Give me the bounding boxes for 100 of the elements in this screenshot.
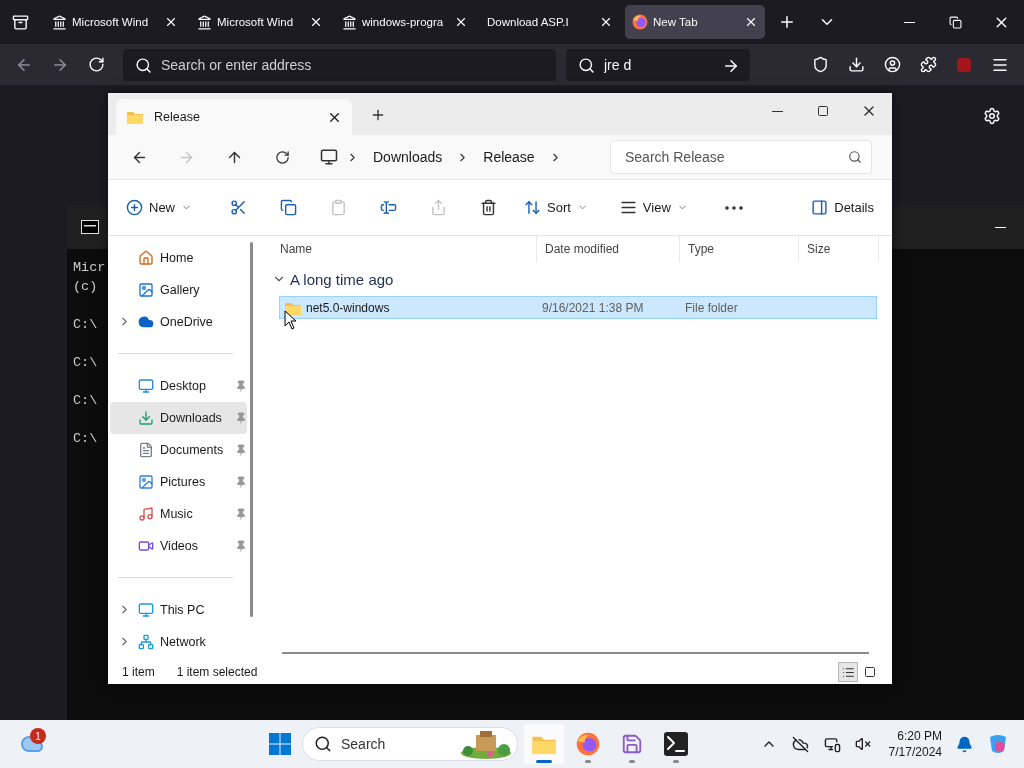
music-icon [138,506,154,522]
sidebar-item[interactable]: Documents [110,434,247,466]
pin-icon [235,412,247,424]
download-icon [847,56,865,73]
sidebar-item[interactable]: Gallery [110,274,247,306]
view-button[interactable]: View [611,190,696,225]
panel-icon [811,199,829,216]
close-icon[interactable] [164,15,178,29]
address-field[interactable]: Search or enter address [123,48,556,81]
console-line: C:\ [73,316,98,334]
explorer-tab[interactable]: Release [116,99,352,135]
minimize-icon [771,110,783,112]
restore-icon [948,15,962,29]
sidebar-item[interactable]: Pictures [110,466,247,498]
date-text[interactable]: 7/17/2024 [888,744,942,760]
computer-icon [138,602,154,618]
folder-icon [126,109,144,125]
list-icon [841,665,855,679]
file-name: net5.0-windows [306,300,390,315]
column-header[interactable]: Date modified [537,236,680,262]
console-line: Micr [73,259,106,277]
time-text[interactable]: 6:20 PM [897,728,942,744]
tray-icon [11,13,29,31]
console-line: (c) [73,278,98,296]
scrollbar[interactable] [282,652,869,654]
console-line: C:\ [73,354,98,372]
column-header[interactable]: Type [680,236,799,262]
scrollbar[interactable] [250,242,253,617]
sidebar-item[interactable]: This PC [110,594,247,626]
download-icon [138,410,154,426]
computer-icon [320,148,338,166]
table-cell-text: 9/16/2021 1:38 PM [541,300,645,315]
search-icon [135,56,152,74]
minimize-icon [903,21,915,23]
picture-icon [138,474,154,490]
app-icon [621,733,643,755]
sidebar-item[interactable]: Home [110,242,247,274]
paste-icon [329,199,347,216]
minimize-icon [994,226,1006,228]
terminal-icon [664,732,688,756]
close-icon[interactable] [309,15,323,29]
file-row[interactable]: net5.0-windows 9/16/2021 1:38 PM File folder [279,296,877,319]
building-icon [197,14,212,30]
pin-icon [235,476,247,488]
column-header[interactable]: Size [799,236,879,262]
sidebar-item[interactable]: Music [110,498,247,530]
console-line: C:\ [73,430,98,448]
breadcrumb-item[interactable]: Downloads [367,149,449,165]
copy-icon [279,199,297,216]
sidebar-item[interactable]: Downloads [110,402,247,434]
bell-icon [955,735,973,753]
sort-button[interactable]: Sort [516,190,596,225]
browser-tab[interactable]: Microsoft Wind [45,5,185,39]
pin-icon [235,540,247,552]
windows-icon [268,732,292,756]
group-heading: A long time ago [290,270,394,288]
square-icon [864,666,876,678]
browser-tab[interactable]: New Tab [625,5,765,39]
building-icon [342,14,357,30]
trash-icon [479,199,497,216]
console-line: C:\ [73,392,98,410]
search-field[interactable]: jre d [566,48,750,81]
details-view-button[interactable] [838,662,858,682]
browser-tab[interactable]: Microsoft Wind [190,5,330,39]
close-icon[interactable] [599,15,613,29]
settings-icon [983,107,1001,125]
home-icon [138,250,154,266]
sidebar-item[interactable]: OneDrive [110,306,247,338]
sidebar-item[interactable]: Videos [110,530,247,562]
puzzle-icon [919,56,937,73]
close-icon[interactable] [744,15,758,29]
close-icon[interactable] [454,15,468,29]
browser-tab[interactable]: windows-progra [335,5,475,39]
browser-tab[interactable]: Download ASP.I [480,5,620,39]
refresh-icon [274,149,290,165]
column-header[interactable]: Name [272,236,537,262]
cut-icon [229,199,247,216]
gallery-icon [138,282,154,298]
table-cell-text: File folder [684,300,739,315]
breadcrumb-item[interactable]: Release [477,149,541,165]
sidebar-item[interactable]: Desktop [110,370,247,402]
plus-icon [126,199,143,216]
notification-badge: 1 [30,728,46,744]
new-button[interactable]: New [118,190,200,225]
search-icon [848,150,862,164]
account-icon [883,56,901,73]
sidebar-item[interactable]: Network [110,626,247,658]
share-icon [429,199,447,216]
status-text: 1 item [122,665,155,679]
search-field[interactable]: Search Release [610,140,872,174]
sort-icon [524,199,541,216]
lines-icon [619,199,637,216]
details-button[interactable]: Details [803,190,882,225]
firefox-icon [632,14,648,30]
cursor-icon [284,310,298,330]
building-icon [52,14,67,30]
video-icon [138,538,154,554]
pin-icon [235,508,247,520]
maximize-icon [817,105,829,117]
console-icon [81,220,99,234]
